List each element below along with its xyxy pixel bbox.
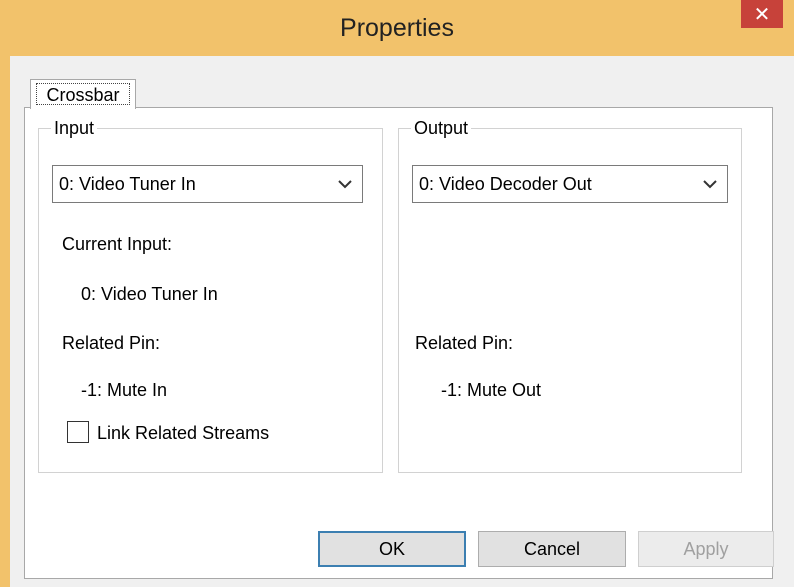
window-title: Properties [340, 14, 454, 42]
ok-button[interactable]: OK [318, 531, 466, 567]
input-related-pin-value: -1: Mute In [81, 380, 168, 400]
output-related-pin-label: Related Pin: [415, 333, 514, 353]
input-select-value: 0: Video Tuner In [59, 174, 196, 194]
current-input-value: 0: Video Tuner In [81, 284, 218, 304]
link-related-streams-label[interactable]: Link Related Streams [97, 422, 269, 444]
window-frame-left [0, 56, 10, 587]
output-related-pin-value: -1: Mute Out [441, 380, 542, 400]
cancel-button[interactable]: Cancel [478, 531, 626, 567]
properties-dialog: Properties ✕ Crossbar Input 0: Video Tun… [0, 0, 794, 587]
link-related-streams-checkbox[interactable] [67, 421, 89, 443]
close-button[interactable]: ✕ [741, 0, 783, 28]
tab-crossbar-label: Crossbar [36, 83, 130, 105]
output-select-value: 0: Video Decoder Out [419, 174, 592, 194]
apply-button[interactable]: Apply [638, 531, 774, 567]
input-select[interactable]: 0: Video Tuner In [52, 165, 363, 203]
chevron-down-icon [703, 180, 717, 189]
input-related-pin-label: Related Pin: [62, 333, 161, 353]
tab-crossbar[interactable]: Crossbar [30, 79, 136, 109]
chevron-down-icon [338, 180, 352, 189]
current-input-label: Current Input: [62, 234, 173, 254]
input-group-title: Input [51, 118, 98, 138]
output-select[interactable]: 0: Video Decoder Out [412, 165, 728, 203]
output-group-title: Output [411, 118, 472, 138]
close-icon: ✕ [753, 2, 771, 26]
